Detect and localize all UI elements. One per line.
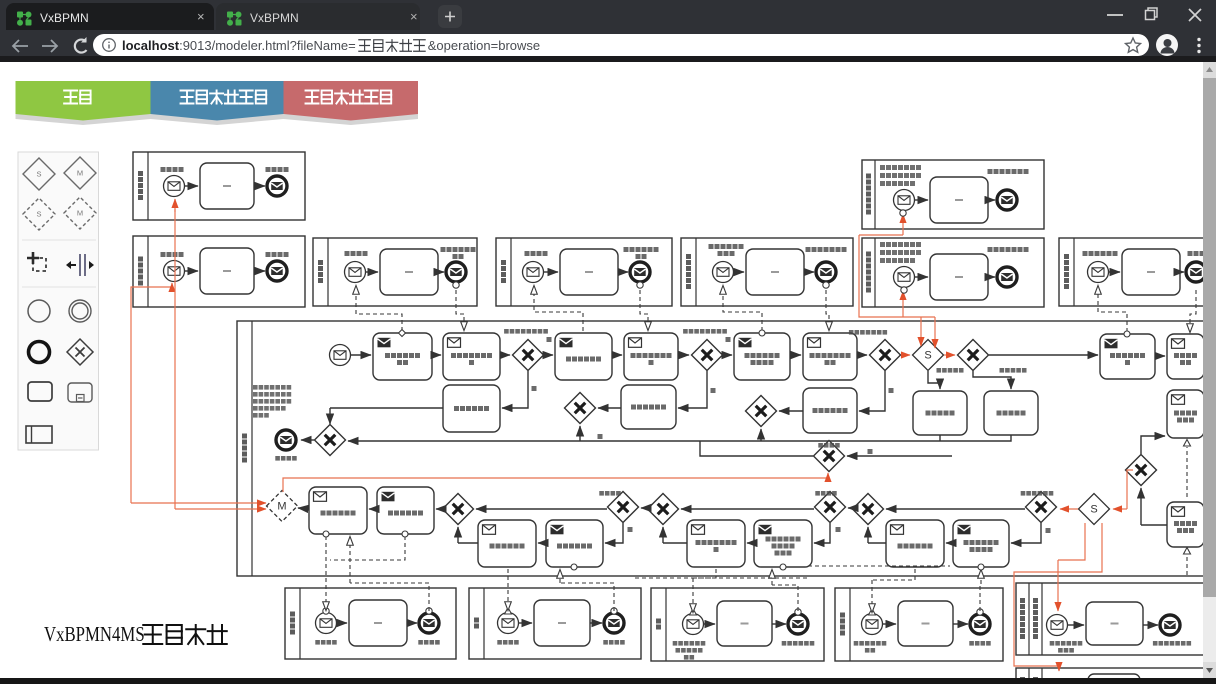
svg-text:S: S xyxy=(924,350,931,362)
svg-text:S: S xyxy=(1090,504,1097,516)
svg-text:M: M xyxy=(277,501,286,513)
